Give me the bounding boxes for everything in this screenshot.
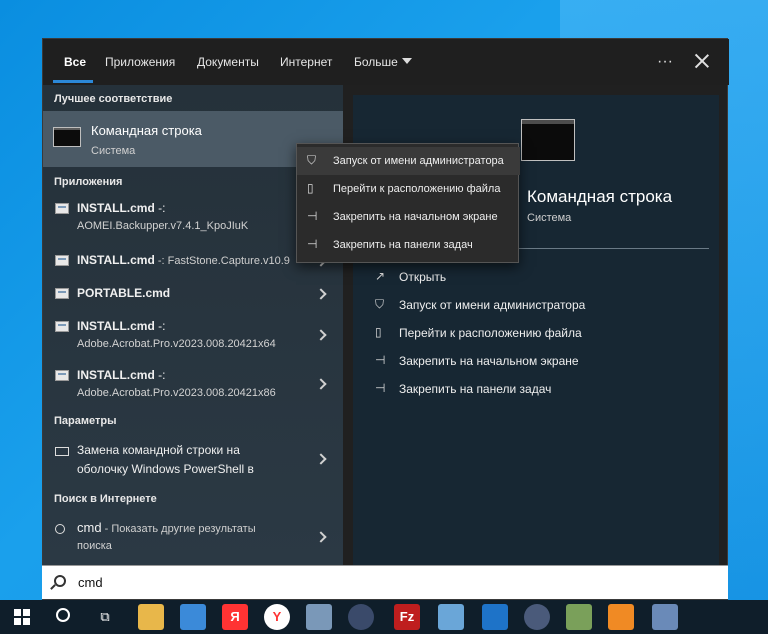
action-label: Запуск от имени администратора xyxy=(399,298,586,312)
context-open-location[interactable]: ▯ Перейти к расположению файла xyxy=(297,175,520,203)
active-tab-indicator xyxy=(53,80,93,83)
pin-icon: ⊣ xyxy=(375,381,386,395)
action-label: Закрепить на начальном экране xyxy=(399,354,579,368)
item-name: INSTALL.cmd xyxy=(77,368,155,382)
chevron-right-icon[interactable] xyxy=(315,288,327,300)
item-name: INSTALL.cmd xyxy=(77,201,155,215)
item-suffix: -: FastStone.Capture.v10.9 xyxy=(154,255,290,267)
sublime-icon[interactable] xyxy=(608,604,634,630)
context-menu: ⛉ Запуск от имени администратора ▯ Перей… xyxy=(296,143,520,263)
web-query: cmd xyxy=(77,520,102,535)
action-label: Перейти к расположению файла xyxy=(399,326,582,340)
context-label: Закрепить на панели задач xyxy=(333,239,473,251)
file-icon: ▯ xyxy=(375,325,382,339)
search-icon xyxy=(55,524,65,534)
settings-line1: Замена командной строки на xyxy=(77,443,240,457)
app-icon[interactable] xyxy=(438,604,464,630)
task-view-icon[interactable]: ⧉ xyxy=(92,604,118,630)
item-suffix: -: xyxy=(154,319,166,333)
item-suffix: -: xyxy=(154,201,166,215)
item-detail: Adobe.Acrobat.Pro.v2023.008.20421x64 xyxy=(77,338,276,350)
search-panel: Все Приложения Документы Интернет Больше… xyxy=(42,38,729,600)
ellipsis-icon[interactable]: ··· xyxy=(653,51,677,73)
cmd-file-icon xyxy=(55,255,69,266)
filezilla-icon[interactable]: Fz xyxy=(394,604,420,630)
search-tabs: Все Приложения Документы Интернет Больше… xyxy=(43,39,729,85)
context-label: Закрепить на начальном экране xyxy=(333,211,498,223)
tab-more[interactable]: Больше xyxy=(354,54,412,74)
shield-icon: ⛉ xyxy=(307,153,317,167)
chevron-right-icon[interactable] xyxy=(315,453,327,465)
chevron-down-icon xyxy=(401,57,412,64)
close-icon[interactable] xyxy=(693,52,711,70)
search-icon[interactable] xyxy=(50,604,76,630)
vs-code-icon[interactable] xyxy=(482,604,508,630)
tab-internet[interactable]: Интернет xyxy=(280,54,332,74)
section-web: Поиск в Интернете xyxy=(54,493,157,505)
pin-icon: ⊣ xyxy=(375,353,386,367)
tab-more-label: Больше xyxy=(354,55,398,69)
best-match-subtitle: Система xyxy=(91,145,136,157)
pin-icon: ⊣ xyxy=(307,237,318,251)
search-input[interactable]: cmd xyxy=(78,575,103,590)
action-label: Закрепить на панели задач xyxy=(399,382,552,396)
context-label: Запуск от имени администратора xyxy=(333,155,504,167)
section-settings: Параметры xyxy=(54,415,117,427)
file-explorer-icon[interactable] xyxy=(138,604,164,630)
start-icon[interactable] xyxy=(14,609,30,625)
pin-icon: ⊣ xyxy=(307,209,318,223)
shield-icon: ⛉ xyxy=(375,297,385,311)
item-name: INSTALL.cmd xyxy=(77,319,155,333)
best-match-title: Командная строка xyxy=(91,123,202,138)
file-icon: ▯ xyxy=(307,181,314,195)
tab-all[interactable]: Все xyxy=(64,54,86,74)
yandex-icon[interactable]: Я xyxy=(222,604,248,630)
cmd-file-icon xyxy=(55,288,69,299)
app-icon[interactable] xyxy=(652,604,678,630)
section-apps: Приложения xyxy=(54,176,123,188)
monitor-icon xyxy=(55,447,69,456)
camera-icon[interactable] xyxy=(348,604,374,630)
web-line1: - Показать другие результаты xyxy=(101,523,256,535)
yandex-browser-icon[interactable]: Y xyxy=(264,604,290,630)
list-item[interactable]: INSTALL.cmd -: Adobe.Acrobat.Pro.v2023.0… xyxy=(43,310,343,354)
item-detail: Adobe.Acrobat.Pro.v2023.008.20421x86 xyxy=(77,387,276,399)
app-icon[interactable] xyxy=(566,604,592,630)
context-run-as-admin[interactable]: ⛉ Запуск от имени администратора xyxy=(297,147,520,175)
search-icon xyxy=(54,575,66,587)
list-item[interactable]: INSTALL.cmd -: Adobe.Acrobat.Pro.v2023.0… xyxy=(43,359,343,403)
action-label: Открыть xyxy=(399,270,447,284)
item-name: PORTABLE.cmd xyxy=(77,286,171,300)
chevron-right-icon[interactable] xyxy=(315,329,327,341)
context-pin-taskbar[interactable]: ⊣ Закрепить на панели задач xyxy=(297,231,520,259)
item-suffix: -: xyxy=(154,368,166,382)
taskbar: ⧉ Я Y Fz xyxy=(0,600,768,634)
app-icon[interactable] xyxy=(306,604,332,630)
context-label: Перейти к расположению файла xyxy=(333,183,501,195)
item-detail: AOMEI.Backupper.v7.4.1_KpoJIuK xyxy=(77,220,249,232)
web-line2: поиска xyxy=(77,540,112,552)
search-bar[interactable]: cmd xyxy=(42,565,728,599)
chevron-right-icon[interactable] xyxy=(315,378,327,390)
settings-line2: оболочку Windows PowerShell в xyxy=(77,462,254,476)
open-icon: ↗ xyxy=(375,269,386,283)
tab-documents[interactable]: Документы xyxy=(197,54,259,74)
section-best-match: Лучшее соответствие xyxy=(54,93,173,105)
web-search-item[interactable]: cmd - Показать другие результаты поиска xyxy=(43,513,343,557)
cmd-file-icon xyxy=(55,203,69,214)
lock-icon[interactable] xyxy=(524,604,550,630)
command-prompt-icon xyxy=(521,119,575,161)
settings-item[interactable]: Замена командной строки на оболочку Wind… xyxy=(43,435,343,479)
command-prompt-icon xyxy=(53,127,81,147)
detail-subtitle: Система xyxy=(527,212,572,224)
item-name: INSTALL.cmd xyxy=(77,253,155,267)
cmd-file-icon xyxy=(55,321,69,332)
context-pin-start[interactable]: ⊣ Закрепить на начальном экране xyxy=(297,203,520,231)
tab-apps[interactable]: Приложения xyxy=(105,54,175,74)
remote-desktop-icon[interactable] xyxy=(180,604,206,630)
cmd-file-icon xyxy=(55,370,69,381)
detail-title: Командная строка xyxy=(527,187,673,206)
chevron-right-icon[interactable] xyxy=(315,531,327,543)
